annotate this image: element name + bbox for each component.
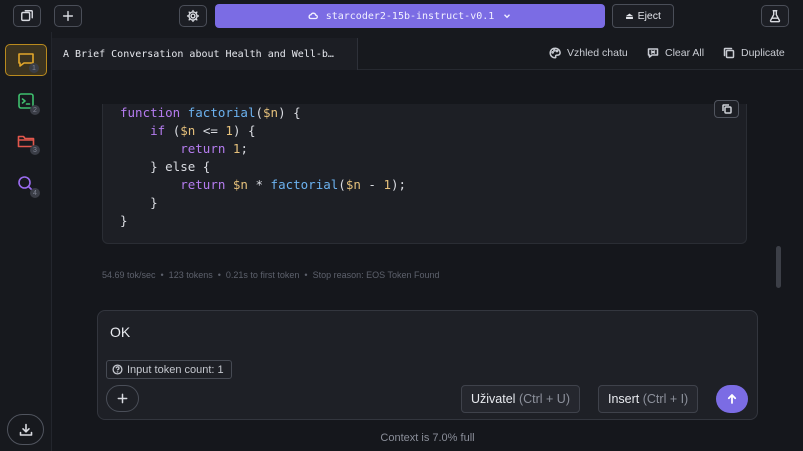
appearance-label: Vzhled chatu	[567, 47, 628, 59]
sidebar-item-folder[interactable]: 3	[5, 125, 47, 157]
gear-icon	[186, 9, 200, 23]
eject-button[interactable]: ⏏ Eject	[612, 4, 674, 28]
duplicate-button[interactable]: Duplicate	[723, 44, 785, 62]
arrow-up-icon	[727, 394, 737, 404]
send-button[interactable]	[716, 385, 748, 413]
token-count-badge: Input token count: 1	[106, 360, 232, 379]
model-name: starcoder2-15b-instruct-v0.1	[325, 10, 495, 22]
lab-button[interactable]	[761, 5, 789, 27]
duplicate-label: Duplicate	[741, 47, 785, 59]
user-role-shortcut: (Ctrl + U)	[515, 392, 570, 406]
user-role-label: Uživatel	[471, 392, 516, 406]
attach-button[interactable]	[106, 385, 139, 412]
flask-icon	[769, 10, 781, 23]
copy-code-button[interactable]	[714, 100, 739, 118]
sidebar-badge: 4	[30, 188, 40, 198]
sidebar-item-terminal[interactable]: 2	[5, 85, 47, 117]
sidebar-item-search[interactable]: 4	[5, 168, 47, 200]
plus-icon	[62, 10, 74, 22]
copy-icon	[721, 104, 732, 114]
eject-label: Eject	[637, 10, 661, 22]
scrollbar-thumb[interactable]	[776, 246, 781, 288]
tab-chat[interactable]: A Brief Conversation about Health and We…	[52, 38, 358, 70]
user-role-button[interactable]: Uživatel (Ctrl + U)	[461, 385, 580, 413]
new-chat-button[interactable]	[54, 5, 82, 27]
settings-button[interactable]	[179, 5, 207, 27]
insert-button[interactable]: Insert (Ctrl + I)	[598, 385, 699, 413]
code-line-2: if ($n <= 1) {	[150, 123, 256, 138]
sidebar-badge: 3	[30, 145, 40, 155]
model-selector[interactable]: starcoder2-15b-instruct-v0.1	[215, 4, 605, 28]
sidebar-badge: 2	[30, 105, 40, 115]
token-count-label: Input token count: 1	[127, 363, 224, 376]
code-line-3: return 1;	[180, 141, 248, 156]
clear-chat-icon	[647, 48, 659, 58]
tab-title: A Brief Conversation about Health and We…	[63, 48, 334, 60]
palette-icon	[549, 47, 561, 59]
window-icon	[21, 10, 33, 22]
model-icon	[308, 12, 318, 20]
sidebar-item-chat[interactable]: 1	[5, 44, 47, 76]
code-line-5: return $n * factorial($n - 1);	[180, 177, 407, 192]
clear-all-label: Clear All	[665, 47, 705, 59]
insert-label: Insert	[608, 392, 640, 406]
insert-shortcut: (Ctrl + I)	[639, 392, 689, 406]
plus-icon	[117, 393, 128, 404]
clear-all-button[interactable]: Clear All	[647, 44, 704, 62]
appearance-button[interactable]: Vzhled chatu	[549, 44, 628, 62]
chevron-down-icon	[504, 14, 511, 19]
code-line-6: }	[120, 195, 158, 210]
duplicate-icon	[723, 47, 735, 59]
sidebar-badge: 1	[29, 63, 39, 73]
eject-icon: ⏏	[625, 10, 634, 21]
code-line-7: }	[120, 213, 128, 228]
toggle-window-button[interactable]	[13, 5, 41, 27]
message-input[interactable]: OK	[110, 324, 130, 340]
context-usage: Context is 7.0% full	[380, 432, 475, 444]
generation-stats: 54.69 tok/sec • 123 tokens • 0.21s to fi…	[102, 270, 440, 280]
code-line-4: } else {	[120, 159, 211, 174]
code-line-1: function factorial($n) {	[120, 105, 301, 120]
help-icon	[112, 364, 123, 375]
